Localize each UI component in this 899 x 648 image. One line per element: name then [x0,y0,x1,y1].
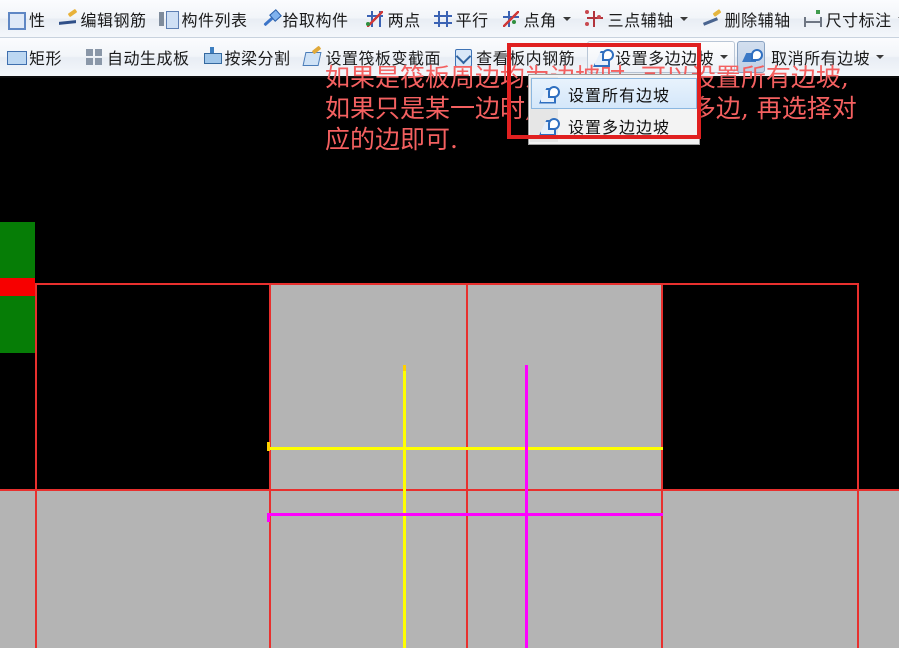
two-point-icon [365,9,385,29]
grid-magenta-tick-top [525,365,528,371]
grid-red-vertical-2 [466,283,468,648]
cad-drawing-area[interactable] [0,80,899,648]
rectangle-icon [6,47,27,67]
toolbar-button-dimension-label: 尺寸标注 [825,10,892,30]
grid-magenta-tick-left [267,513,270,522]
toolbar-button-properties[interactable]: 性 [1,3,51,35]
menu-item-set-polygon-slope-label: 设置多边边坡 [568,117,671,137]
component-list-icon [158,9,179,29]
toolbar-button-pick-component-label: 拾取构件 [282,10,349,30]
set-raft-variable-section-icon [303,47,323,67]
toolbar-button-auto-generate-slab-label: 自动生成板 [107,49,190,68]
toolbar-button-rectangle-label: 矩形 [29,49,63,68]
grid-red-vertical-3 [661,283,663,648]
toolbar-button-delete-aux-axis-label: 删除辅轴 [724,10,791,30]
marker-green-lower [0,296,35,353]
toolbar-button-edit-rebar-label: 编辑钢筋 [80,10,147,30]
toolbar-button-three-point-aux-axis-label: 三点辅轴 [607,10,674,30]
grid-yellow-tick-top [403,365,406,371]
toolbar-button-parallel-label: 平行 [455,10,489,30]
set-polygon-slope-icon [538,116,560,136]
toolbar-button-point-angle[interactable]: 点角 [496,3,578,35]
pick-component-icon [260,9,280,29]
outline-red-right [857,283,859,490]
chevron-down-icon[interactable] [679,16,688,21]
toolbar-button-two-point[interactable]: 两点 [360,3,426,35]
set-all-slopes-icon [538,84,560,104]
grid-magenta-horizontal [267,513,663,516]
set-polygon-slope-dropdown: 设置所有边坡 设置多边边坡 [528,74,700,145]
menu-item-set-all-slopes[interactable]: 设置所有边坡 [531,78,697,109]
outline-red-top [35,283,859,285]
outline-red-right-lower [857,490,859,648]
parallel-icon [433,9,453,29]
edit-rebar-icon [58,9,78,29]
auto-generate-slab-icon [84,47,104,67]
toolbar-button-pick-component[interactable]: 拾取构件 [255,3,354,35]
chevron-down-icon[interactable] [876,55,885,59]
outline-red-left [35,283,37,490]
delete-aux-axis-icon [702,9,722,29]
toolbar-button-auto-generate-slab[interactable]: 自动生成板 [79,41,195,73]
properties-icon [6,9,26,30]
toolbar-button-rectangle[interactable]: 矩形 [1,41,67,73]
toolbar-button-two-point-label: 两点 [387,10,421,30]
point-angle-icon [501,9,521,29]
marker-green-upper [0,222,35,278]
grid-yellow-tick-left [267,442,270,451]
toolbar-button-delete-aux-axis[interactable]: 删除辅轴 [697,3,796,35]
grid-yellow-horizontal [267,447,663,450]
grid-yellow-vertical [403,365,406,648]
toolbar-button-dimension[interactable]: 尺寸标注 [798,3,899,35]
toolbar-button-parallel[interactable]: 平行 [428,3,494,35]
void-area-left [0,460,270,490]
menu-item-set-all-slopes-label: 设置所有边坡 [568,85,671,105]
outline-red-left-lower [35,490,37,648]
toolbar-button-split-by-beam-label: 按梁分割 [224,49,291,68]
three-point-aux-axis-icon [584,9,605,29]
toolbar-button-point-angle-label: 点角 [523,10,557,30]
toolbar-button-split-by-beam[interactable]: 按梁分割 [197,41,296,73]
chevron-down-icon[interactable] [720,55,729,59]
dimension-icon [803,9,823,29]
grid-red-vertical-1 [269,283,271,648]
grid-magenta-vertical [525,365,528,648]
toolbar-button-edit-rebar[interactable]: 编辑钢筋 [53,3,152,35]
toolbar-row-primary: 性 编辑钢筋 构件列表 拾取构件 两点 平行 点角 三点辅轴 删除辅轴 尺寸标注 [0,0,899,38]
menu-item-set-polygon-slope[interactable]: 设置多边边坡 [531,110,697,141]
void-area-right [662,460,899,490]
toolbar-button-three-point-aux-axis[interactable]: 三点辅轴 [580,3,695,35]
chevron-down-icon[interactable] [562,16,571,21]
marker-red-band [0,278,35,296]
toolbar-button-component-list-label: 构件列表 [181,10,248,30]
split-by-beam-icon [202,47,222,67]
toolbar-button-component-list[interactable]: 构件列表 [154,3,253,35]
outline-red-mid [0,489,899,491]
toolbar-button-properties-label: 性 [29,10,46,30]
